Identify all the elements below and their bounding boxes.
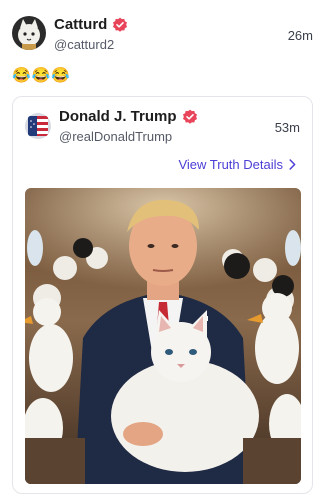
photo-icon (25, 188, 301, 484)
quoted-post-header: Donald J. Trump @realDonaldTrump 53m (25, 108, 300, 144)
quoted-author-name-row: Donald J. Trump (59, 108, 198, 125)
view-truth-details-label: View Truth Details (178, 157, 283, 172)
post: Catturd @catturd2 26m 😂😂😂 Donald J. Trum… (0, 0, 321, 500)
avatar[interactable] (12, 16, 46, 50)
author-display-name[interactable]: Catturd (54, 16, 107, 33)
author-handle[interactable]: @catturd2 (54, 37, 114, 52)
quoted-author-handle[interactable]: @realDonaldTrump (59, 129, 172, 144)
quoted-post-image[interactable] (25, 188, 301, 484)
view-truth-details-link[interactable]: View Truth Details (178, 157, 296, 172)
author-name-row: Catturd (54, 16, 128, 33)
verified-badge-icon (113, 17, 128, 32)
quoted-post-timestamp[interactable]: 53m (275, 120, 300, 135)
post-text: 😂😂😂 (12, 67, 72, 84)
quoted-author-display-name[interactable]: Donald J. Trump (59, 108, 177, 125)
verified-badge-icon (182, 109, 197, 124)
post-header: Catturd @catturd2 26m (12, 16, 313, 52)
quoted-post-card[interactable]: Donald J. Trump @realDonaldTrump 53m Vie… (12, 96, 313, 494)
post-timestamp[interactable]: 26m (288, 28, 313, 43)
cat-avatar-icon (12, 16, 46, 50)
quoted-avatar[interactable] (25, 113, 51, 139)
chevron-right-icon (289, 159, 296, 170)
flag-avatar-icon (25, 113, 51, 139)
